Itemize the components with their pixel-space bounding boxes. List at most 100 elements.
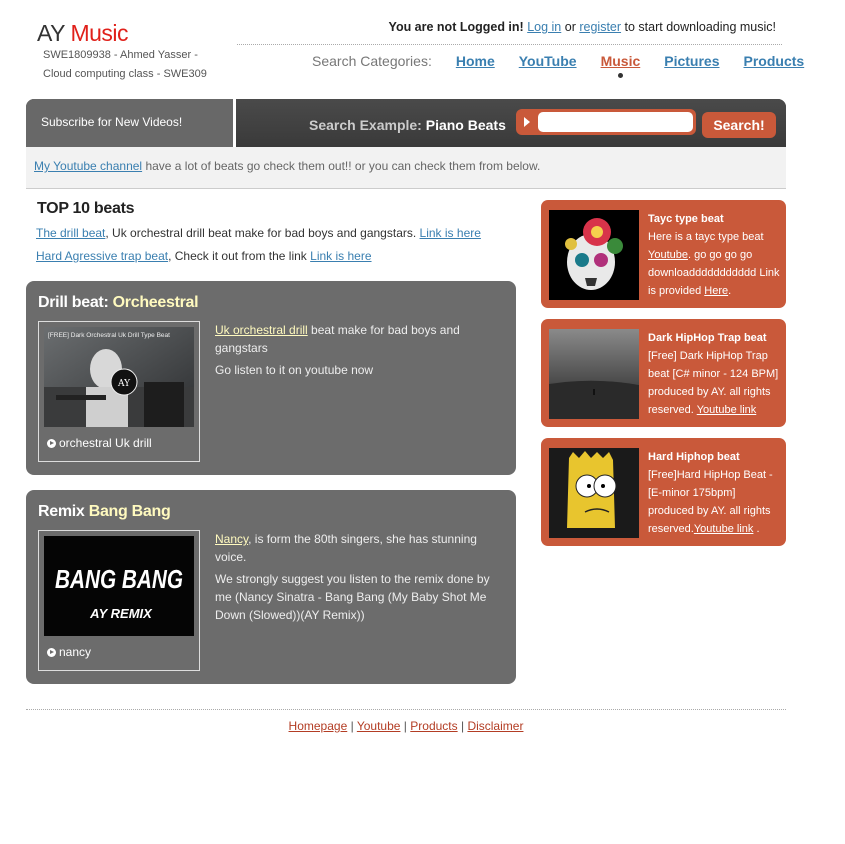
site-logo[interactable]: AY Music (37, 20, 129, 47)
login-status: You are not Logged in! Log in or registe… (389, 20, 776, 34)
thumbnail-overlay-title: [FREE] Dark Orchestral Uk Drill Type Bea… (48, 332, 170, 339)
search-example-label: Search Example: (309, 117, 422, 133)
remix-desc-para-1: Nancy, is form the 80th singers, she has… (215, 530, 500, 566)
skull-image (549, 210, 639, 300)
footer-disclaimer-link[interactable]: Disclaimer (467, 719, 523, 733)
thumbnail-badge: AY (117, 379, 131, 389)
login-suffix: to start downloading music! (624, 20, 776, 34)
remix-box: Remix Bang Bang BANG BANG AY REMIX nancy… (26, 490, 516, 684)
remix-thumbnail-title: BANG BANG (55, 564, 183, 594)
play-icon (47, 648, 56, 657)
drill-caption-text: orchestral Uk drill (59, 436, 152, 450)
footer-youtube-link[interactable]: Youtube (357, 719, 401, 733)
remix-thumbnail-sub: AY REMIX (89, 606, 153, 621)
logo-music-text: Music (70, 20, 129, 46)
header-divider (237, 44, 782, 45)
footer-nav: Homepage | Youtube | Products | Disclaim… (0, 719, 812, 733)
drill-title-plain: Drill beat: (38, 294, 109, 311)
footer-separator: | (350, 719, 354, 733)
drill-beat-link[interactable]: The drill beat (36, 226, 105, 240)
dark-hiphop-card-title: Dark HipHop Trap beat (648, 332, 767, 344)
drill-thumbnail-image: AY [FREE] Dark Orchestral Uk Drill Type … (44, 327, 194, 427)
footer-products-link[interactable]: Products (410, 719, 457, 733)
top10-line-2: Hard Agressive trap beat, Check it out f… (36, 249, 372, 263)
remix-desc-para-2: We strongly suggest you listen to the re… (215, 572, 490, 622)
nav-pictures[interactable]: Pictures (664, 53, 719, 69)
trap-beat-link-here[interactable]: Link is here (310, 249, 371, 263)
login-or: or (564, 20, 576, 34)
tayc-card-title: Tayc type beat (648, 213, 724, 225)
channel-notice: My Youtube channel have a lot of beats g… (26, 147, 786, 189)
remix-title: Remix Bang Bang (38, 503, 171, 521)
search-example: Search Example: Piano Beats (309, 117, 506, 133)
drill-desc-para-1: Uk orchestral drill beat make for bad bo… (215, 321, 500, 357)
hard-hiphop-card-text-2: . (756, 523, 760, 535)
search-button[interactable]: Search! (702, 112, 776, 138)
nav-music[interactable]: Music (601, 53, 640, 78)
register-link[interactable]: register (579, 20, 621, 34)
cartoon-character-image (549, 448, 639, 538)
dark-hiphop-youtube-link[interactable]: Youtube link (697, 404, 757, 416)
category-nav: Search Categories: Home YouTube Music Pi… (312, 53, 828, 78)
remix-video-thumbnail[interactable]: BANG BANG AY REMIX nancy (38, 530, 200, 671)
footer-homepage-link[interactable]: Homepage (289, 719, 348, 733)
drill-video-thumbnail[interactable]: AY [FREE] Dark Orchestral Uk Drill Type … (38, 321, 200, 462)
dark-hiphop-card-text: Dark HipHop Trap beat [Free] Dark HipHop… (648, 329, 783, 419)
top10-line-1: The drill beat, Uk orchestral drill beat… (36, 226, 481, 240)
arrow-right-icon (524, 117, 530, 127)
nav-youtube[interactable]: YouTube (519, 53, 577, 69)
subscribe-label[interactable]: Subscribe for New Videos! (26, 99, 233, 147)
tayc-card-text: Tayc type beat Here is a tayc type beat … (648, 210, 783, 300)
tayc-card-text-1: Here is a tayc type beat (648, 231, 764, 243)
drill-beat-title: Drill beat: Orcheestral (38, 294, 199, 312)
tayc-youtube-link[interactable]: Youtube (648, 249, 688, 261)
remix-thumbnail-caption[interactable]: nancy (47, 645, 91, 659)
remix-thumbnail-image: BANG BANG AY REMIX (44, 536, 194, 636)
search-input-wrapper (516, 109, 696, 135)
remix-desc-text: , is form the 80th singers, she has stun… (215, 532, 477, 564)
logo-ay-text: AY (37, 20, 65, 46)
drill-beat-box: Drill beat: Orcheestral AY [FREE] Dark O… (26, 281, 516, 475)
category-nav-label: Search Categories: (312, 53, 432, 69)
top10-line-2-text: , Check it out from the link (168, 249, 307, 263)
login-link[interactable]: Log in (527, 20, 561, 34)
drill-desc-para-2: Go listen to it on youtube now (215, 363, 374, 377)
play-icon (47, 439, 56, 448)
remix-caption-text: nancy (59, 645, 92, 659)
dark-landscape-image (549, 329, 639, 419)
trap-beat-link[interactable]: Hard Agressive trap beat (36, 249, 168, 263)
subtitle-line-2: Cloud computing class - SWE309 (43, 67, 207, 80)
top10-title: TOP 10 beats (37, 200, 135, 217)
remix-description: Nancy, is form the 80th singers, she has… (215, 530, 500, 628)
search-input[interactable] (538, 112, 693, 132)
remix-title-highlight: Bang Bang (88, 503, 171, 520)
search-bar: Subscribe for New Videos! Search Example… (26, 99, 786, 147)
search-example-value: Piano Beats (425, 117, 506, 133)
login-prefix: You are not Logged in! (388, 20, 524, 34)
notice-text: have a lot of beats go check them out!! … (145, 159, 541, 173)
drill-description: Uk orchestral drill beat make for bad bo… (215, 321, 500, 383)
card-tayc-beat: Tayc type beat Here is a tayc type beat … (541, 200, 786, 308)
hard-hiphop-card-title: Hard Hiphop beat (648, 451, 740, 463)
hard-hiphop-youtube-link[interactable]: Youtube link (694, 523, 754, 535)
footer-divider (26, 709, 786, 710)
youtube-channel-link[interactable]: My Youtube channel (34, 159, 142, 173)
card-dark-hiphop: Dark HipHop Trap beat [Free] Dark HipHop… (541, 319, 786, 427)
drill-thumbnail-caption[interactable]: orchestral Uk drill (47, 436, 152, 450)
card-hard-hiphop: Hard Hiphop beat [Free]Hard HipHop Beat … (541, 438, 786, 546)
search-area: Search Example: Piano Beats Search! (236, 99, 786, 147)
tayc-here-link[interactable]: Here (704, 285, 728, 297)
subtitle-line-1: SWE1809938 - Ahmed Yasser - (43, 49, 198, 61)
uk-drill-link[interactable]: Uk orchestral drill (215, 323, 308, 337)
nav-products[interactable]: Products (744, 53, 805, 69)
nancy-link[interactable]: Nancy (215, 532, 248, 546)
drill-beat-link-here[interactable]: Link is here (420, 226, 481, 240)
tayc-card-text-3: . (728, 285, 732, 297)
remix-title-plain: Remix (38, 503, 85, 520)
footer-separator: | (460, 719, 465, 733)
top10-line-1-text: , Uk orchestral drill beat make for bad … (105, 226, 417, 240)
drill-title-highlight: Orcheestral (112, 294, 199, 311)
hard-hiphop-card-text: Hard Hiphop beat [Free]Hard HipHop Beat … (648, 448, 783, 538)
nav-home[interactable]: Home (456, 53, 495, 69)
footer-separator: | (403, 719, 407, 733)
